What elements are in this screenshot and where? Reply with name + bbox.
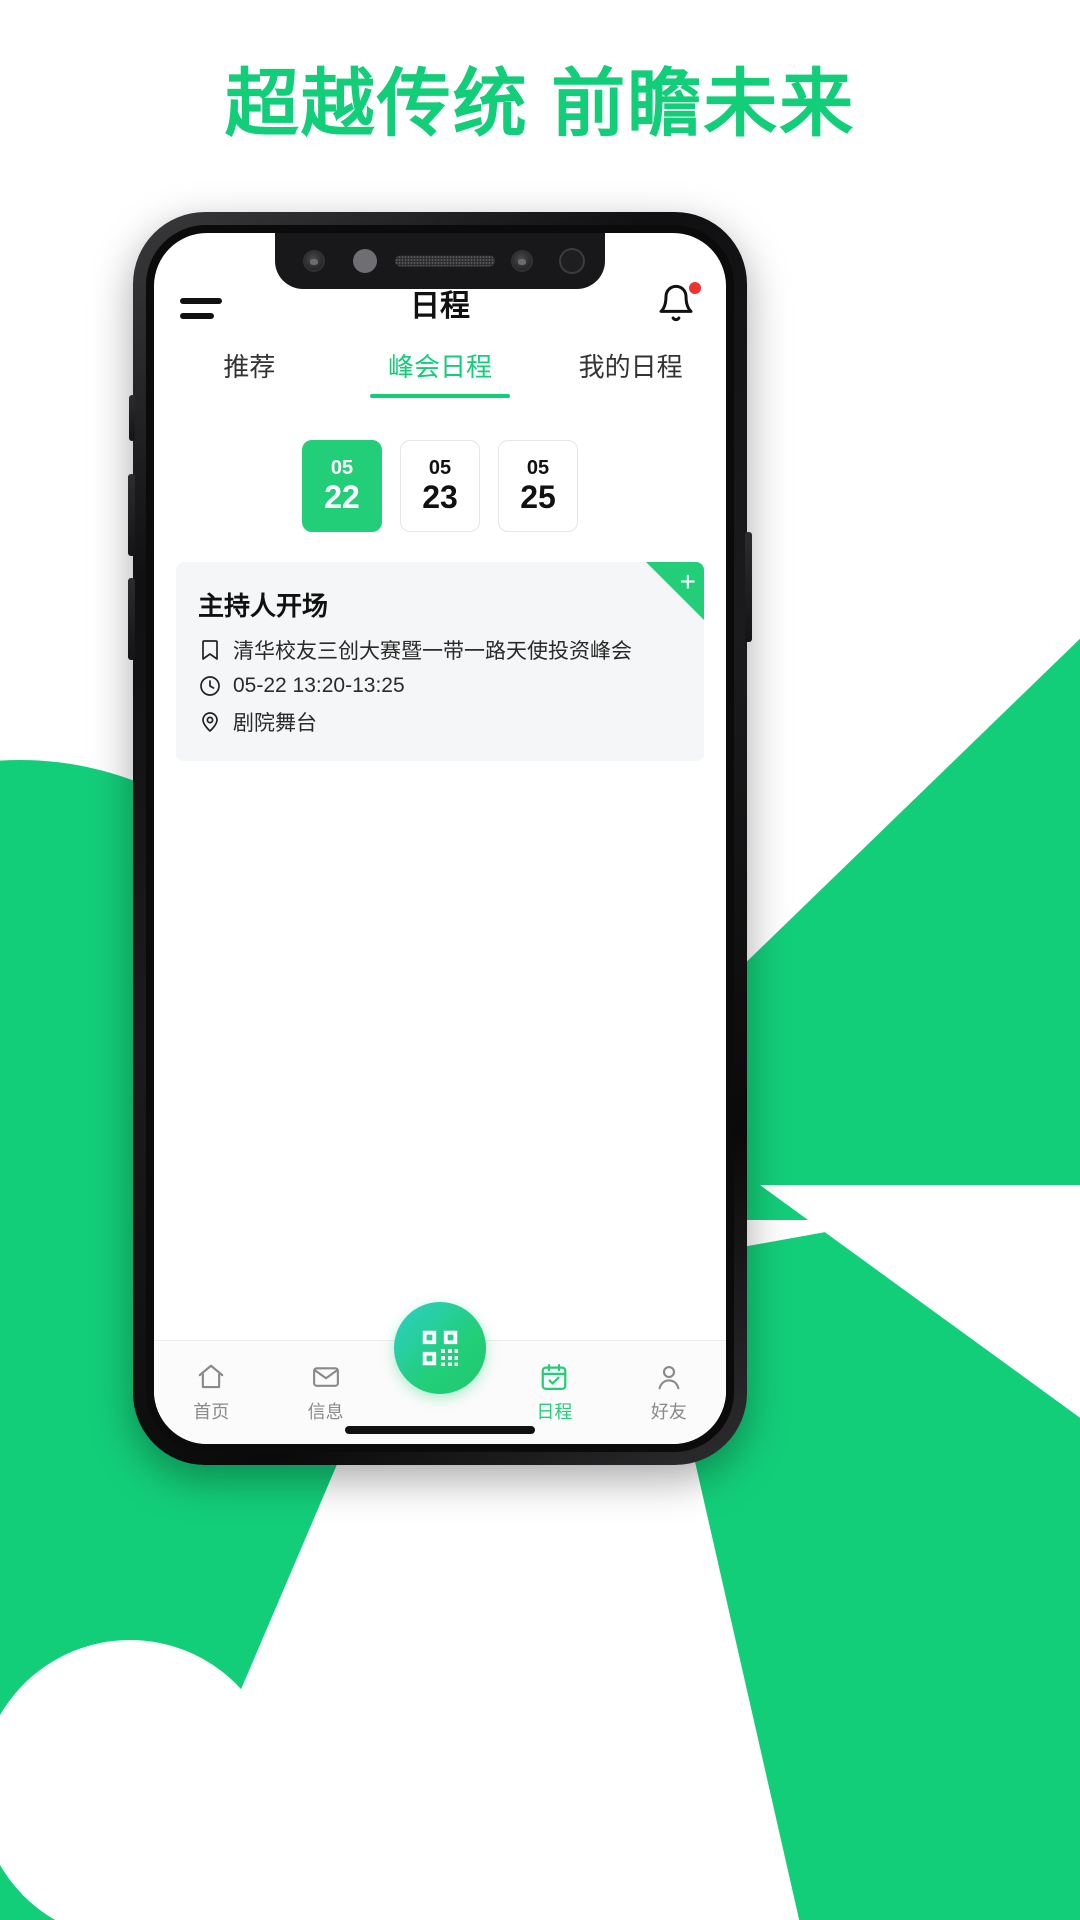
- bookmark-icon: [202, 640, 218, 660]
- notification-badge-dot: [689, 282, 701, 294]
- event-time: 05-22 13:20-13:25: [233, 674, 405, 697]
- nav-item-home-label: 首页: [193, 1401, 230, 1422]
- event-location: 剧院舞台: [233, 712, 317, 735]
- home-icon: [198, 1364, 224, 1388]
- nav-item-messages[interactable]: 信息: [268, 1362, 382, 1424]
- nav-item-messages-label: 信息: [307, 1401, 344, 1422]
- date-chip-month: 05: [526, 456, 550, 479]
- dot-projector-icon: [559, 248, 585, 274]
- nav-item-schedule[interactable]: 日程: [497, 1362, 611, 1424]
- date-chip-month: 05: [428, 456, 452, 479]
- tab-my-schedule-label: 我的日程: [578, 352, 683, 382]
- event-summit-name: 清华校友三创大赛暨一带一路天使投资峰会: [233, 640, 632, 663]
- notification-bell-button[interactable]: [656, 282, 701, 325]
- date-selector: 05 22 05 23 05 25: [154, 398, 726, 532]
- date-chip[interactable]: 05 25: [498, 440, 578, 532]
- calendar-check-icon: [542, 1363, 567, 1390]
- earpiece-speaker-icon: [395, 255, 495, 267]
- date-chip-day: 22: [324, 478, 360, 515]
- qr-code-icon: [422, 1330, 459, 1367]
- date-chip-day: 23: [422, 478, 458, 515]
- poster-headline: 超越传统 前瞻未来: [224, 62, 856, 145]
- proximity-sensor-icon: [353, 249, 377, 273]
- poster-root: 超越传统 前瞻未来 日程 推荐 峰会日程 我的日程 05 22 05 23 05…: [0, 0, 1080, 1920]
- location-pin-icon: [202, 712, 218, 732]
- user-icon: [658, 1365, 680, 1389]
- phone-volume-down-button: [128, 578, 135, 660]
- tab-summit-schedule[interactable]: 峰会日程: [345, 347, 536, 398]
- nav-item-home[interactable]: 首页: [154, 1362, 268, 1424]
- home-indicator: [345, 1426, 535, 1434]
- front-camera-icon: [303, 250, 325, 272]
- phone-bezel: 日程 推荐 峰会日程 我的日程 05 22 05 23 05 25 + 主持人开…: [146, 225, 734, 1452]
- tab-bar: 推荐 峰会日程 我的日程: [154, 337, 726, 398]
- infrared-camera-icon: [511, 250, 533, 272]
- hamburger-menu-icon[interactable]: [180, 291, 224, 325]
- tab-summit-schedule-label: 峰会日程: [388, 352, 493, 382]
- event-card[interactable]: + 主持人开场 清华校友三创大赛暨一带一路天使投资峰会 05-22 13:20-…: [176, 562, 704, 761]
- add-event-plus-icon[interactable]: +: [680, 568, 696, 596]
- date-chip[interactable]: 05 22: [302, 440, 382, 532]
- phone-screen: 日程 推荐 峰会日程 我的日程 05 22 05 23 05 25 + 主持人开…: [154, 233, 726, 1444]
- date-chip-day: 25: [520, 478, 556, 515]
- nav-item-friends[interactable]: 好友: [612, 1362, 726, 1424]
- tab-recommend-label: 推荐: [223, 352, 276, 382]
- event-title: 主持人开场: [198, 591, 329, 621]
- event-location-row: 剧院舞台: [198, 707, 682, 737]
- date-chip[interactable]: 05 23: [400, 440, 480, 532]
- phone-notch: [275, 233, 605, 289]
- tab-recommend[interactable]: 推荐: [154, 347, 345, 398]
- tab-my-schedule[interactable]: 我的日程: [535, 347, 726, 398]
- qr-scan-button[interactable]: [394, 1302, 486, 1394]
- mail-icon: [312, 1366, 339, 1387]
- nav-item-schedule-label: 日程: [536, 1401, 573, 1422]
- event-time-row: 05-22 13:20-13:25: [198, 674, 682, 698]
- phone-silent-switch: [129, 395, 135, 441]
- nav-item-friends-label: 好友: [650, 1401, 687, 1422]
- phone-power-button: [745, 532, 752, 642]
- event-list: + 主持人开场 清华校友三创大赛暨一带一路天使投资峰会 05-22 13:20-…: [154, 532, 726, 761]
- clock-icon: [200, 676, 220, 696]
- date-chip-month: 05: [330, 456, 354, 479]
- event-summit-row: 清华校友三创大赛暨一带一路天使投资峰会: [198, 635, 682, 665]
- phone-mockup: 日程 推荐 峰会日程 我的日程 05 22 05 23 05 25 + 主持人开…: [128, 212, 752, 1465]
- phone-volume-up-button: [128, 474, 135, 556]
